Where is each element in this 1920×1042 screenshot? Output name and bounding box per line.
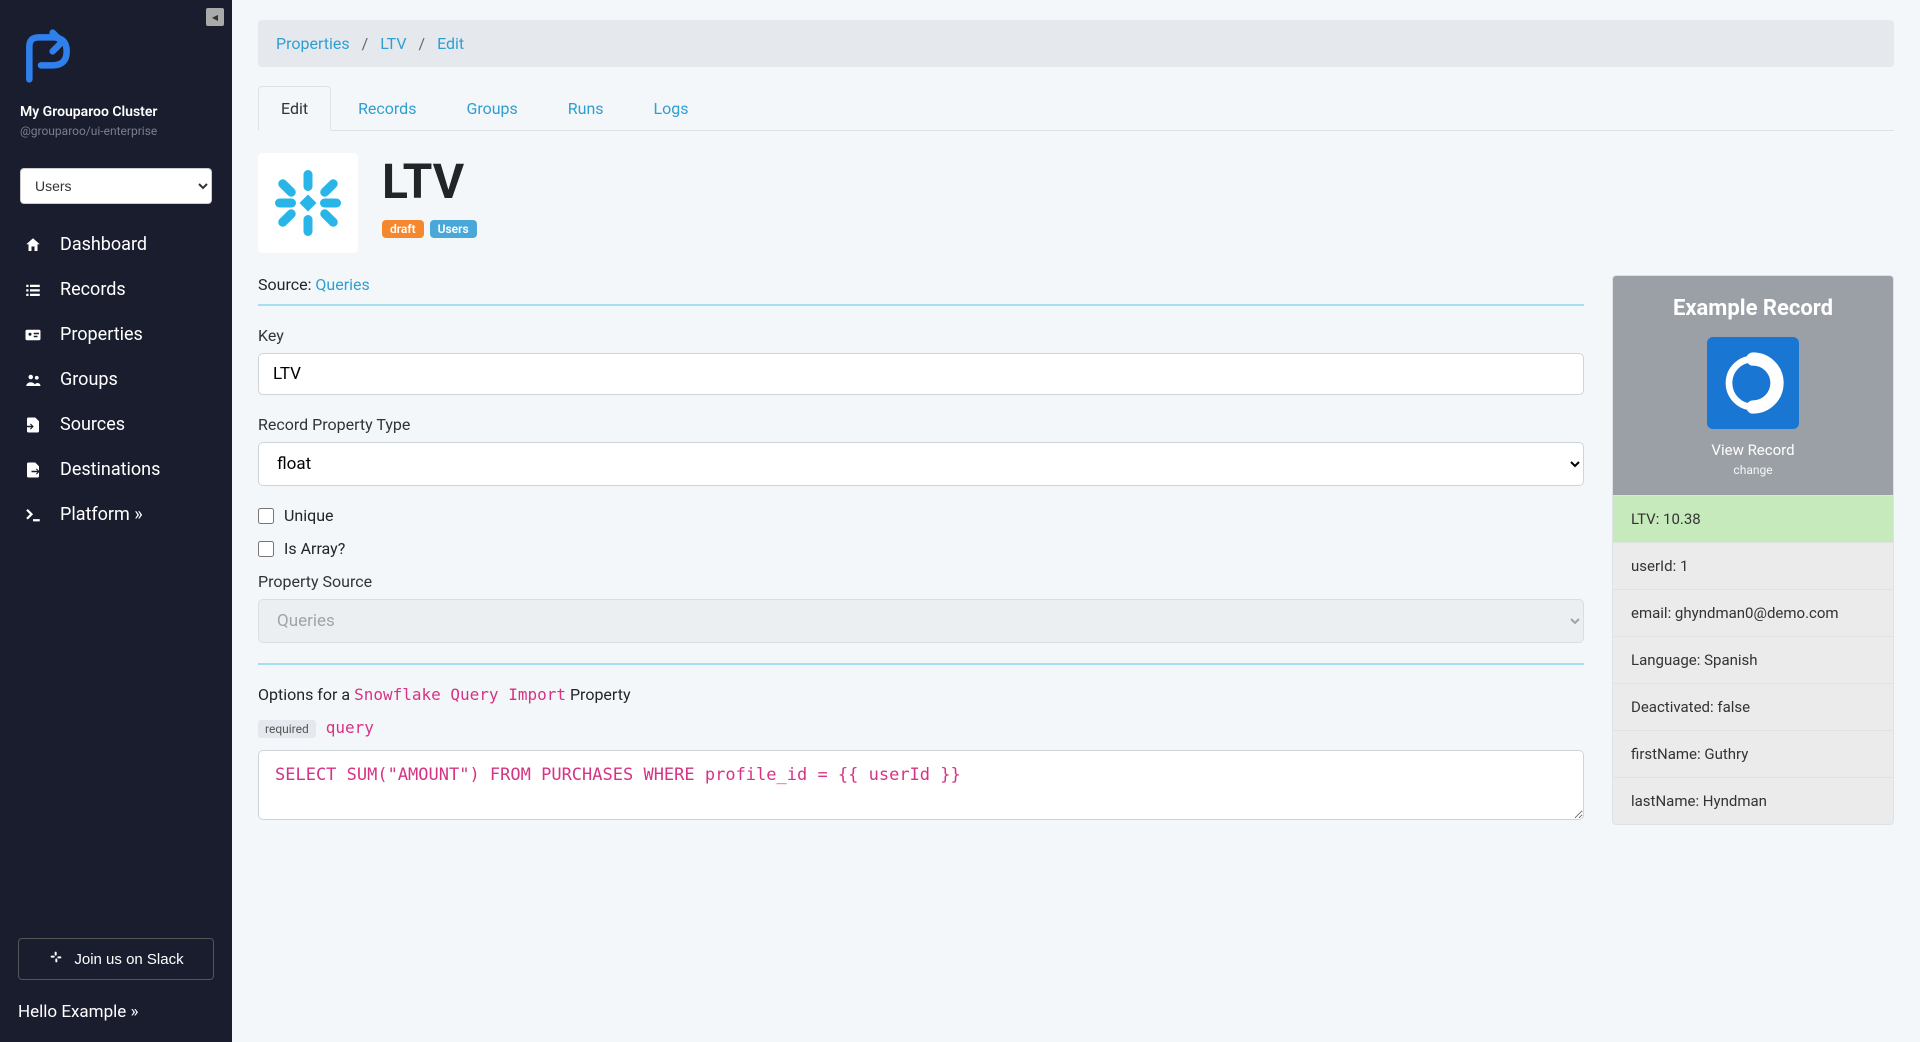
example-prop-row: firstName: Guthry <box>1613 730 1893 777</box>
nav-sources[interactable]: Sources <box>0 402 232 447</box>
example-prop-row: userId: 1 <box>1613 542 1893 589</box>
example-prop-row: email: ghyndman0@demo.com <box>1613 589 1893 636</box>
cluster-name: My Grouparoo Cluster <box>20 104 212 120</box>
breadcrumb-ltv[interactable]: LTV <box>380 34 406 53</box>
nav-platform[interactable]: Platform » <box>0 492 232 537</box>
example-prop-row: Language: Spanish <box>1613 636 1893 683</box>
model-select[interactable]: Users <box>20 168 212 204</box>
sidebar: My Grouparoo Cluster @grouparoo/ui-enter… <box>0 0 232 1042</box>
cluster-subtitle: @grouparoo/ui-enterprise <box>20 124 212 138</box>
divider <box>258 663 1584 665</box>
tab-runs[interactable]: Runs <box>545 86 627 131</box>
nav-label: Groups <box>60 369 118 390</box>
nav-groups[interactable]: Groups <box>0 357 232 402</box>
tab-records[interactable]: Records <box>335 86 439 131</box>
nav-destinations[interactable]: Destinations <box>0 447 232 492</box>
logo-area: My Grouparoo Cluster @grouparoo/ui-enter… <box>0 0 232 154</box>
main-nav: Dashboard Records Properties Groups <box>0 212 232 922</box>
unique-label: Unique <box>284 506 334 525</box>
slack-icon <box>48 949 64 969</box>
collapse-sidebar-button[interactable] <box>206 8 224 26</box>
key-label: Key <box>258 326 1584 345</box>
query-input[interactable]: SELECT SUM("AMOUNT") FROM PURCHASES WHER… <box>258 750 1584 820</box>
is-array-label: Is Array? <box>284 539 345 558</box>
join-slack-button[interactable]: Join us on Slack <box>18 938 214 980</box>
nav-label: Records <box>60 279 126 300</box>
breadcrumb-properties[interactable]: Properties <box>276 34 350 53</box>
options-heading: Options for a Snowflake Query Import Pro… <box>258 685 1584 704</box>
example-prop-row: lastName: Hyndman <box>1613 777 1893 824</box>
nav-dashboard[interactable]: Dashboard <box>0 222 232 267</box>
divider <box>258 304 1584 306</box>
source-link[interactable]: Queries <box>315 275 369 294</box>
nav-label: Sources <box>60 414 125 435</box>
nav-label: Dashboard <box>60 234 147 255</box>
users-icon <box>22 371 44 389</box>
example-heading: Example Record <box>1625 296 1881 321</box>
tabs: Edit Records Groups Runs Logs <box>258 85 1894 131</box>
file-export-icon <box>22 461 44 479</box>
property-source-select[interactable]: Queries <box>258 599 1584 643</box>
page-title: LTV <box>382 153 477 210</box>
change-record-link[interactable]: change <box>1625 463 1881 477</box>
file-import-icon <box>22 416 44 434</box>
example-record-panel: Example Record View Record change LTV: 1… <box>1612 275 1894 825</box>
tab-edit[interactable]: Edit <box>258 86 331 131</box>
user-menu[interactable]: Hello Example » <box>18 1002 214 1022</box>
tab-groups[interactable]: Groups <box>443 86 540 131</box>
nav-properties[interactable]: Properties <box>0 312 232 357</box>
required-badge: required <box>258 720 316 738</box>
query-option-label: query <box>326 718 374 737</box>
is-array-checkbox[interactable] <box>258 541 274 557</box>
example-property-list: LTV: 10.38 userId: 1 email: ghyndman0@de… <box>1613 495 1893 824</box>
example-prop-row: Deactivated: false <box>1613 683 1893 730</box>
view-record-link[interactable]: View Record <box>1625 441 1881 459</box>
snowflake-icon <box>272 167 344 239</box>
slack-label: Join us on Slack <box>74 951 183 968</box>
status-badge-draft: draft <box>382 220 424 238</box>
nav-label: Destinations <box>60 459 160 480</box>
main-content: Properties / LTV / Edit Edit Records Gro… <box>232 0 1920 1042</box>
terminal-icon <box>22 506 44 524</box>
breadcrumb-edit[interactable]: Edit <box>437 34 464 53</box>
nav-records[interactable]: Records <box>0 267 232 312</box>
nav-label: Platform » <box>60 504 143 525</box>
avatar <box>1707 337 1799 429</box>
import-type-label: Snowflake Query Import <box>354 685 566 704</box>
property-source-label: Property Source <box>258 572 1584 591</box>
source-type-icon <box>258 153 358 253</box>
key-input[interactable] <box>258 353 1584 395</box>
home-icon <box>22 236 44 254</box>
model-badge: Users <box>430 220 477 238</box>
tab-logs[interactable]: Logs <box>631 86 712 131</box>
list-icon <box>22 281 44 299</box>
source-label: Source: <box>258 275 311 294</box>
unique-checkbox[interactable] <box>258 508 274 524</box>
id-card-icon <box>22 326 44 344</box>
breadcrumb: Properties / LTV / Edit <box>258 20 1894 67</box>
example-prop-row: LTV: 10.38 <box>1613 495 1893 542</box>
grouparoo-logo-icon <box>20 28 76 84</box>
type-label: Record Property Type <box>258 415 1584 434</box>
type-select[interactable]: float <box>258 442 1584 486</box>
nav-label: Properties <box>60 324 143 345</box>
